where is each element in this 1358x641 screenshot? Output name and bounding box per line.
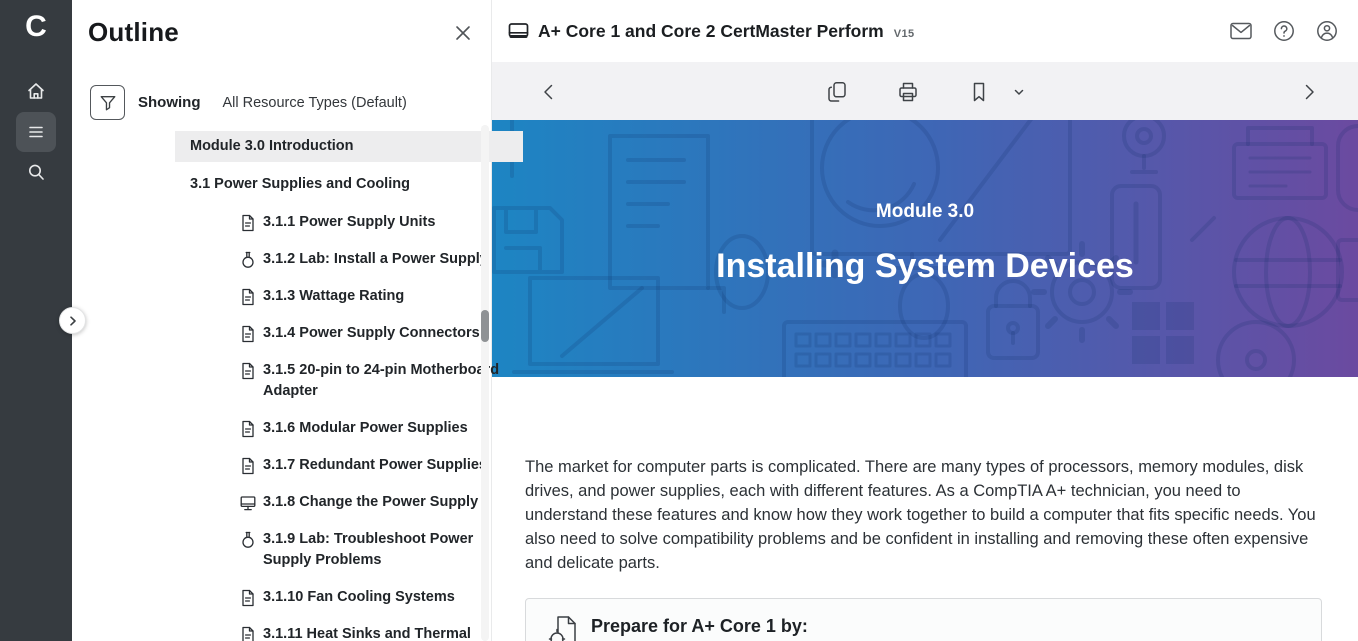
outline-item[interactable]: 3.1.8 Change the Power Supply: [175, 484, 523, 521]
brand-logo[interactable]: C: [0, 10, 72, 44]
menu-icon: [26, 122, 46, 142]
document-icon: [240, 325, 256, 343]
document-icon: [240, 288, 256, 306]
previous-page-button[interactable]: [536, 79, 562, 105]
outline-section[interactable]: 3.1 Power Supplies and Cooling: [175, 162, 523, 204]
document-icon: [240, 420, 256, 438]
print-icon: [897, 81, 919, 103]
outline-item-label: 3.1.8 Change the Power Supply: [263, 492, 478, 513]
content-toolbar: [492, 62, 1358, 120]
account-icon: [1315, 19, 1339, 43]
outline-item-label: 3.1.1 Power Supply Units: [263, 212, 435, 233]
outline-item[interactable]: 3.1.3 Wattage Rating: [175, 278, 523, 315]
banner-module-label: Module 3.0: [492, 201, 1358, 223]
callout-title: Prepare for A+ Core 1 by:: [591, 616, 808, 637]
outline-scrollbar-track[interactable]: [481, 125, 489, 641]
outline-item[interactable]: 3.1.1 Power Supply Units: [175, 204, 523, 241]
mail-icon: [1229, 19, 1253, 43]
outline-menu-button[interactable]: [16, 112, 56, 152]
close-outline-button[interactable]: [450, 20, 476, 46]
filter-showing-label: Showing: [138, 94, 201, 111]
lab-flask-icon: [240, 251, 256, 269]
outline-section-label: 3.1 Power Supplies and Cooling: [190, 174, 410, 195]
course-title: A+ Core 1 and Core 2 CertMaster Perform: [538, 21, 884, 42]
search-icon: [26, 162, 46, 182]
monitor-icon: [240, 494, 256, 512]
outline-item[interactable]: 3.1.6 Modular Power Supplies: [175, 410, 523, 447]
course-header: A+ Core 1 and Core 2 CertMaster Perform …: [492, 0, 1358, 62]
outline-item-label: 3.1.10 Fan Cooling Systems: [263, 587, 455, 608]
funnel-icon: [99, 94, 117, 112]
messages-button[interactable]: [1228, 18, 1254, 44]
outline-item[interactable]: 3.1.4 Power Supply Connectors: [175, 315, 523, 352]
outline-item-label: 3.1.4 Power Supply Connectors: [263, 323, 480, 344]
copy-icon: [826, 81, 848, 103]
main-area: A+ Core 1 and Core 2 CertMaster Perform …: [492, 0, 1358, 641]
next-page-button[interactable]: [1296, 79, 1322, 105]
filter-button[interactable]: [90, 85, 125, 120]
account-button[interactable]: [1314, 18, 1340, 44]
document-icon: [240, 457, 256, 475]
outline-item-label: 3.1.2 Lab: Install a Power Supply: [263, 249, 488, 270]
outline-item-label: 3.1.6 Modular Power Supplies: [263, 418, 468, 439]
prepare-callout-card: Prepare for A+ Core 1 by:: [525, 598, 1322, 641]
outline-item[interactable]: 3.1.9 Lab: Troubleshoot Power Supply Pro…: [175, 521, 523, 579]
bookmark-icon: [968, 81, 990, 103]
copy-button[interactable]: [824, 79, 850, 105]
outline-item-label: 3.1.11 Heat Sinks and Thermal: [263, 624, 471, 641]
outline-item-label: Module 3.0 Introduction: [190, 136, 354, 157]
outline-item[interactable]: 3.1.11 Heat Sinks and Thermal: [175, 616, 523, 641]
banner-title: Installing System Devices: [492, 247, 1358, 286]
outline-item[interactable]: 3.1.10 Fan Cooling Systems: [175, 579, 523, 616]
chevron-down-icon: [1013, 86, 1025, 98]
outline-list: Module 3.0 Introduction 3.1 Power Suppli…: [175, 131, 523, 641]
document-icon: [240, 362, 256, 380]
outline-item[interactable]: 3.1.7 Redundant Power Supplies: [175, 447, 523, 484]
bookmark-button[interactable]: [966, 79, 992, 105]
outline-item-label: 3.1.7 Redundant Power Supplies: [263, 455, 487, 476]
outline-scrollbar-thumb[interactable]: [481, 310, 489, 342]
module-banner: Module 3.0 Installing System Devices: [492, 120, 1358, 377]
search-button[interactable]: [16, 152, 56, 192]
outline-panel: Outline Showing All Resource Types (Defa…: [72, 0, 492, 641]
document-icon: [240, 589, 256, 607]
chevron-right-icon: [67, 315, 79, 327]
outline-item[interactable]: 3.1.5 20-pin to 24-pin Motherboard Adapt…: [175, 352, 523, 410]
lab-flask-icon: [240, 531, 256, 549]
outline-item[interactable]: 3.1.2 Lab: Install a Power Supply: [175, 241, 523, 278]
document-icon: [240, 626, 256, 641]
filter-value[interactable]: All Resource Types (Default): [223, 95, 407, 111]
close-icon: [454, 24, 472, 42]
home-button[interactable]: [16, 71, 56, 111]
intro-paragraph: The market for computer parts is complic…: [525, 455, 1322, 575]
app-window: C Outline: [0, 0, 1358, 641]
help-icon: [1272, 19, 1296, 43]
print-button[interactable]: [895, 79, 921, 105]
chevron-right-icon: [1300, 83, 1318, 101]
home-icon: [26, 81, 46, 101]
document-icon: [240, 214, 256, 232]
outline-item-selected[interactable]: Module 3.0 Introduction: [175, 131, 523, 162]
gear-document-icon: [548, 614, 578, 641]
course-version-badge: V15: [894, 28, 915, 40]
course-book-icon: [508, 22, 529, 41]
bookmark-menu-button[interactable]: [1006, 79, 1032, 105]
chevron-left-icon: [540, 83, 558, 101]
outline-item-label: 3.1.3 Wattage Rating: [263, 286, 404, 307]
help-button[interactable]: [1271, 18, 1297, 44]
outline-title: Outline: [88, 17, 179, 48]
panel-collapse-toggle[interactable]: [59, 307, 86, 334]
